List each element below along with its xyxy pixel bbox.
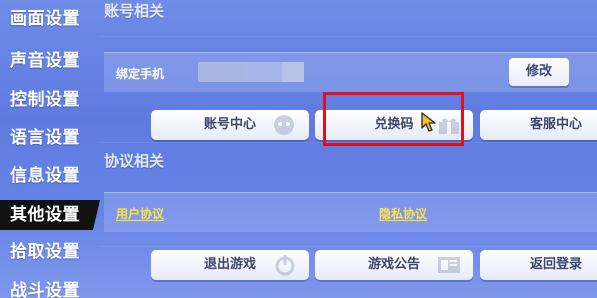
sidebar-item-other[interactable]: 其他设置 <box>0 200 100 230</box>
sidebar-item-display[interactable]: 画面设置 <box>0 4 100 34</box>
privacy-policy-link[interactable]: 隐私协议 <box>379 205 427 222</box>
exit-game-label: 退出游戏 <box>203 257 256 272</box>
phone-number-blurred <box>198 62 242 82</box>
customer-service-label: 客服中心 <box>530 117 583 132</box>
sidebar-item-info[interactable]: 信息设置 <box>0 161 100 191</box>
account-center-label: 账号中心 <box>203 117 256 132</box>
modify-phone-button[interactable]: 修改 <box>509 58 569 86</box>
agreements-row: 用户协议 隐私协议 <box>104 192 597 232</box>
account-center-button[interactable]: 账号中心 <box>151 110 309 140</box>
mascot-icon <box>274 115 294 135</box>
sidebar-item-pickup[interactable]: 拾取设置 <box>0 237 100 267</box>
phone-number-blurred <box>242 62 282 82</box>
bg-stripe <box>100 246 597 247</box>
sidebar-item-language[interactable]: 语言设置 <box>0 123 100 153</box>
protocol-section-title: 协议相关 <box>104 152 165 170</box>
customer-service-button[interactable]: 客服中心 <box>480 110 597 140</box>
sidebar-item-controls[interactable]: 控制设置 <box>0 85 100 115</box>
sidebar-item-combat[interactable]: 战斗设置 <box>0 276 100 298</box>
back-to-login-label: 返回登录 <box>530 257 583 272</box>
sidebar-item-sound[interactable]: 声音设置 <box>0 46 100 76</box>
exit-game-button[interactable]: 退出游戏 <box>151 250 309 280</box>
bind-phone-label: 绑定手机 <box>116 67 165 81</box>
notice-icon <box>438 257 460 273</box>
power-icon <box>275 255 295 276</box>
game-notice-label: 游戏公告 <box>367 257 420 272</box>
bind-phone-row: 绑定手机 修改 <box>104 52 597 92</box>
account-section-title: 账号相关 <box>104 2 165 20</box>
settings-sidebar: 画面设置 声音设置 控制设置 语言设置 信息设置 其他设置 拾取设置 战斗设置 <box>0 0 100 298</box>
game-notice-button[interactable]: 游戏公告 <box>315 250 473 280</box>
phone-number-blurred <box>282 62 304 82</box>
user-agreement-link[interactable]: 用户协议 <box>116 205 164 222</box>
mouse-cursor-icon <box>421 112 436 132</box>
bg-stripe <box>100 36 597 37</box>
highlight-box <box>323 92 464 146</box>
back-to-login-button[interactable]: 返回登录 <box>480 250 597 280</box>
